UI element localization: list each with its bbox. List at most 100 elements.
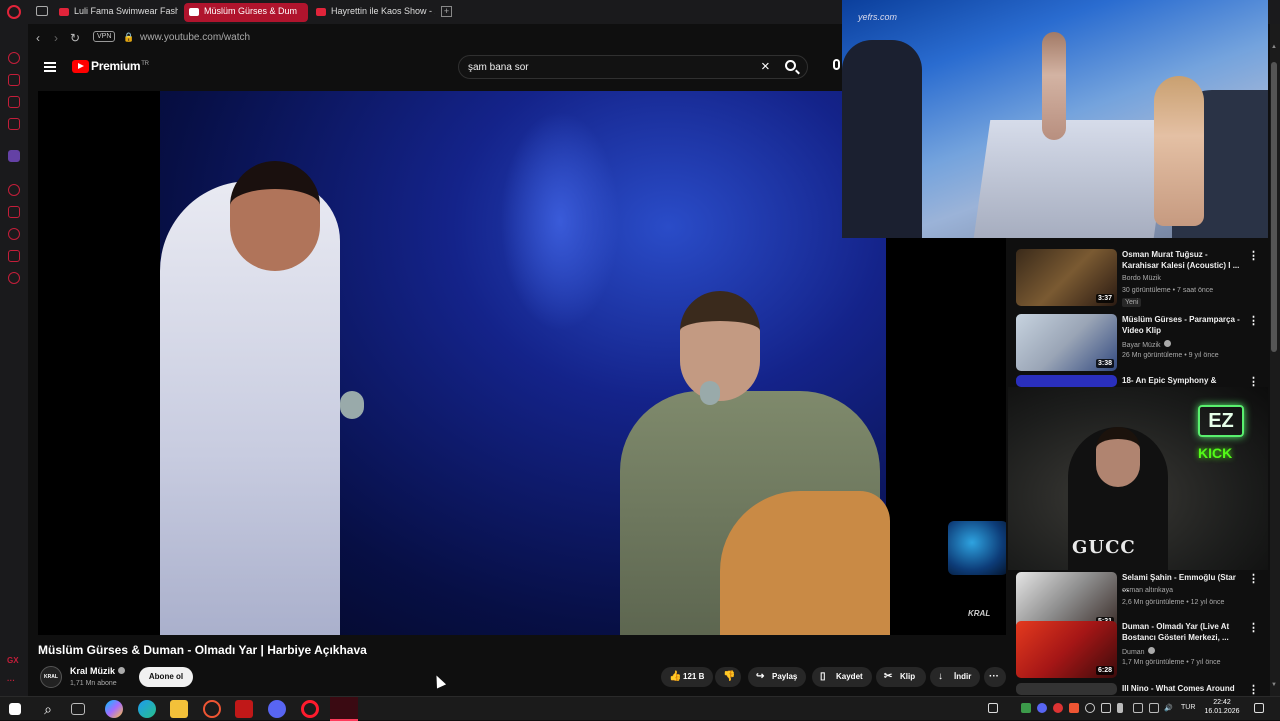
recommendation-channel[interactable]: osman altınkaya [1122, 587, 1173, 594]
more-vertical-icon[interactable]: ⋮ [1248, 683, 1259, 695]
volume-icon[interactable]: 🔊 [1164, 704, 1173, 712]
discord-tray-icon[interactable] [1037, 703, 1047, 713]
video-thumbnail[interactable]: 3:38 [1016, 314, 1117, 371]
extensions-icon[interactable] [8, 250, 20, 262]
download-icon: ↓ [938, 671, 943, 682]
copilot-icon[interactable] [105, 700, 123, 718]
settings-icon[interactable] [8, 272, 20, 284]
verified-icon [1163, 340, 1171, 347]
new-tab-button[interactable]: + [441, 6, 452, 17]
tray-app-icon[interactable] [1101, 703, 1111, 713]
opera-icon[interactable] [301, 700, 319, 718]
recommendation-item[interactable]: Ill Nino - What Comes Around ⋮ [1016, 683, 1266, 695]
recommendation-title[interactable]: Osman Murat Tuğsuz - Karahisar Kalesi (A… [1122, 249, 1242, 271]
more-vertical-icon[interactable]: ⋮ [1248, 249, 1259, 262]
recommendation-item[interactable]: 3:37 Osman Murat Tuğsuz - Karahisar Kale… [1016, 249, 1266, 307]
recommendation-item[interactable]: 3:38 Müslüm Gürses - Paramparça - Video … [1016, 314, 1266, 372]
subscribe-button[interactable]: Abone ol [139, 667, 193, 687]
edge-icon[interactable] [138, 700, 156, 718]
mouse-cursor-icon [431, 673, 447, 689]
gx-label[interactable]: GX [7, 656, 19, 665]
save-button[interactable]: ▯ Kaydet [812, 667, 872, 687]
recommendation-title[interactable]: Ill Nino - What Comes Around [1122, 683, 1242, 694]
tab-swimwear[interactable]: Luli Fama Swimwear Fashi [54, 3, 178, 22]
youtube-premium-logo[interactable]: PremiumTR [91, 59, 149, 73]
lock-icon[interactable]: 🔒 [123, 32, 134, 43]
url-field[interactable]: www.youtube.com/watch [140, 32, 250, 43]
voicemod-icon[interactable] [235, 700, 253, 718]
recommendation-item[interactable]: 18- An Epic Symphony & Hayko ⋮ [1016, 375, 1266, 396]
tray-app-icon[interactable] [1133, 703, 1143, 713]
shirt-logo: GUCC [1072, 537, 1136, 558]
channel-avatar[interactable]: KRAL [40, 666, 62, 688]
search-box[interactable]: şam bana sor × [458, 55, 808, 79]
scroll-up-icon[interactable]: ▲ [1271, 44, 1277, 50]
language-indicator[interactable]: TUR [1181, 704, 1195, 711]
recommendation-item[interactable]: 6:28 Duman - Olmadı Yar (Live At Bostanc… [1016, 621, 1266, 679]
forward-icon[interactable]: › [54, 31, 58, 45]
pinboard-icon[interactable] [8, 206, 20, 218]
video-thumbnail[interactable] [1016, 683, 1117, 695]
video-thumbnail[interactable]: 6:28 [1016, 621, 1117, 678]
tray-app-icon[interactable] [1069, 703, 1079, 713]
voice-search-icon[interactable] [833, 59, 840, 70]
history-icon[interactable] [8, 52, 20, 64]
recommendation-channel[interactable]: Duman [1122, 647, 1155, 656]
more-actions-button[interactable]: ··· [984, 667, 1006, 687]
tab-label: Luli Fama Swimwear Fashi [74, 6, 178, 16]
more-vertical-icon[interactable]: ⋮ [1248, 621, 1259, 634]
clear-search-icon[interactable]: × [761, 58, 770, 75]
nvidia-icon[interactable] [1021, 703, 1031, 713]
menu-icon[interactable] [44, 62, 56, 72]
task-view-icon[interactable] [71, 703, 85, 715]
share-button[interactable]: ↪ Paylaş [748, 667, 806, 687]
tray-app-icon[interactable] [1149, 703, 1159, 713]
search-icon[interactable] [785, 60, 796, 71]
recommendation-channel[interactable]: Bayar Müzik [1122, 340, 1171, 349]
more-dots-icon[interactable]: ··· [7, 676, 15, 685]
clip-button[interactable]: ✂ Klip [876, 667, 926, 687]
steelseries-icon[interactable] [1053, 703, 1063, 713]
messenger-icon[interactable] [8, 96, 20, 108]
back-icon[interactable]: ‹ [36, 31, 40, 45]
scroll-down-icon[interactable]: ▼ [1271, 682, 1277, 688]
windows-start-icon[interactable] [9, 703, 21, 715]
tab-overview-icon[interactable] [36, 6, 48, 16]
dislike-button[interactable]: 👎 [715, 667, 741, 687]
discord-icon[interactable] [268, 700, 286, 718]
youtube-logo-icon[interactable] [72, 60, 89, 73]
video-thumbnail[interactable]: 3:37 [1016, 249, 1117, 306]
tray-app-icon[interactable] [1085, 703, 1095, 713]
opera-logo-icon[interactable] [7, 5, 21, 19]
microphone-tray-icon[interactable] [1117, 703, 1123, 713]
tab-kaos-show[interactable]: Hayrettin ile Kaos Show - 2 [311, 3, 435, 22]
bag-icon[interactable] [8, 74, 20, 86]
recommendation-title[interactable]: Duman - Olmadı Yar (Live At Bostancı Gös… [1122, 621, 1242, 643]
recommendation-channel[interactable]: Bordo Müzik [1122, 275, 1161, 282]
system-clock[interactable]: 22:42 16.01.2026 [1200, 698, 1244, 716]
like-button[interactable]: 👍 121 B [661, 667, 713, 687]
instagram-icon[interactable] [8, 118, 20, 130]
reload-icon[interactable]: ↻ [70, 31, 80, 45]
player-icon[interactable] [8, 184, 20, 196]
verified-icon [118, 667, 126, 674]
channel-name[interactable]: Kral Müzik [70, 666, 126, 676]
keyboard-icon[interactable] [988, 703, 998, 713]
opera-gx-active-icon[interactable] [330, 697, 358, 721]
recommendation-title[interactable]: Müslüm Gürses - Paramparça - Video Klip [1122, 314, 1242, 336]
search-icon[interactable]: ⌕ [39, 700, 57, 718]
more-vertical-icon[interactable]: ⋮ [1248, 572, 1259, 585]
more-vertical-icon[interactable]: ⋮ [1248, 314, 1259, 327]
search-input[interactable]: şam bana sor [468, 62, 529, 73]
video-thumbnail[interactable] [1016, 375, 1117, 387]
scrollbar-thumb[interactable] [1271, 62, 1277, 352]
file-explorer-icon[interactable] [170, 700, 188, 718]
twitch-icon[interactable] [8, 150, 20, 162]
opera-gx-icon[interactable] [203, 700, 221, 718]
vpn-badge[interactable]: VPN [93, 31, 116, 42]
clock-icon[interactable] [8, 228, 20, 240]
download-button[interactable]: ↓ İndir [930, 667, 980, 687]
tab-muslum-gurses[interactable]: Müslüm Gürses & Dum [184, 3, 308, 22]
notifications-icon[interactable] [1254, 703, 1264, 713]
youtube-favicon-icon [59, 8, 69, 16]
